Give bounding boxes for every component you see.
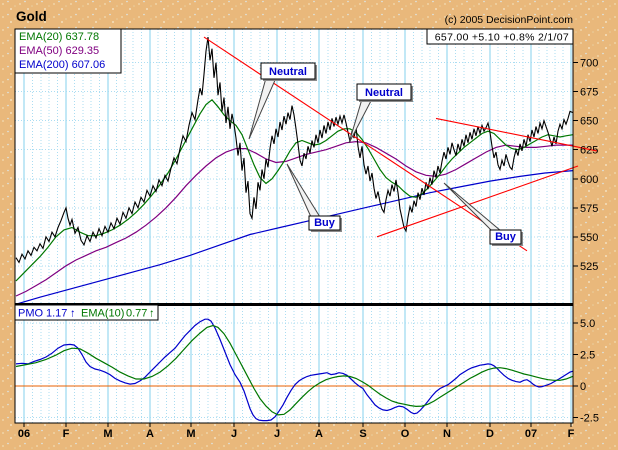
pmo-value: 1.17 — [46, 308, 67, 320]
ema50-legend-label: EMA(50) 629.35 — [19, 45, 99, 57]
annotation-label: Buy — [314, 217, 336, 229]
x-axis-label: D — [486, 428, 494, 440]
annotation-label: Buy — [495, 231, 517, 243]
decisionpoint-gold-chart: Neutral Neutral Buy Buy 700 675 650 625 600 575 5… — [0, 0, 618, 450]
y-axis-label: 700 — [580, 58, 598, 70]
x-axis-label: O — [401, 428, 410, 440]
y-axis-label: 625 — [580, 145, 598, 157]
pmo-label: PMO — [18, 308, 44, 320]
x-axis-label: F — [568, 428, 575, 440]
x-axis-label: M — [103, 428, 112, 440]
y-axis-label: 575 — [580, 203, 598, 215]
pmo-y-axis-label: 0 — [580, 381, 586, 393]
y-axis-label: 525 — [580, 261, 598, 273]
x-axis-label: 07 — [525, 428, 537, 440]
gold-chart-image: Neutral Neutral Buy Buy 700 675 650 625 600 575 5… — [0, 0, 618, 450]
ema-legend: EMA(20) 637.78 EMA(50) 629.35 EMA(200) 6… — [14, 28, 122, 74]
pmo-y-axis-label: 5.0 — [580, 318, 595, 330]
x-axis-label: F — [63, 428, 70, 440]
quote-strip: 657.00 +5.10 +0.8% 2/1/07 — [426, 28, 574, 45]
pmo-ema10-value: 0.77 — [126, 308, 147, 320]
pmo-ema10-label: EMA(10) — [81, 308, 124, 320]
ema20-legend-label: EMA(20) 637.78 — [19, 31, 99, 43]
x-axis-label: A — [315, 428, 323, 440]
x-axis-label: J — [231, 428, 237, 440]
x-axis-label: M — [186, 428, 195, 440]
y-axis-label: 550 — [580, 232, 598, 244]
copyright-text: (c) 2005 DecisionPoint.com — [445, 14, 574, 26]
pmo-y-axis-label: -2.5 — [580, 412, 599, 424]
annotation-label: Neutral — [365, 87, 403, 99]
x-axis-label: A — [146, 428, 154, 440]
y-axis-label: 675 — [580, 87, 598, 99]
annotation-label: Neutral — [269, 66, 307, 78]
y-axis-label: 600 — [580, 174, 598, 186]
x-axis-label: 06 — [18, 428, 30, 440]
x-axis-label: J — [274, 428, 280, 440]
ema200-legend-label: EMA(200) 607.06 — [19, 59, 105, 71]
pmo-ema10-up-arrow-icon: ↑ — [149, 308, 155, 320]
pmo-legend: PMO 1.17 ↑ EMA(10) 0.77 ↑ — [14, 304, 159, 321]
x-axis-label: N — [443, 428, 451, 440]
quote-text: 657.00 +5.10 +0.8% 2/1/07 — [435, 32, 569, 44]
pmo-up-arrow-icon: ↑ — [70, 308, 76, 320]
chart-title: Gold — [16, 9, 47, 24]
y-axis-label: 650 — [580, 116, 598, 128]
x-axis-label: S — [359, 428, 366, 440]
pmo-y-axis-label: 2.5 — [580, 349, 595, 361]
